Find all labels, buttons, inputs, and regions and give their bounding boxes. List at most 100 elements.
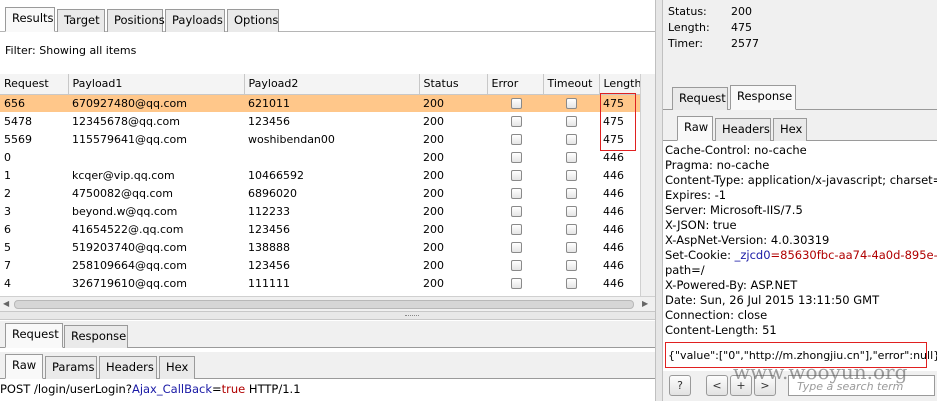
- tab-response-headers[interactable]: Headers: [715, 118, 771, 141]
- response-view-tab-bar: Raw Headers Hex: [663, 113, 937, 141]
- table-row[interactable]: 1 kcqer@vip.qq.com 10466592 200 446: [0, 166, 640, 184]
- table-row[interactable]: 6 41654522@.qq.com 123456 200 446: [0, 220, 640, 238]
- tab-target[interactable]: Target: [57, 9, 105, 32]
- error-checkbox[interactable]: [511, 152, 522, 163]
- timeout-checkbox[interactable]: [566, 98, 577, 110]
- tab-params[interactable]: Params: [45, 356, 97, 379]
- cell-request: 2: [4, 186, 11, 200]
- cell-timeout: [543, 112, 599, 130]
- cell-payload1: [68, 148, 244, 166]
- cell-payload1: 12345678@qq.com: [72, 114, 180, 128]
- table-row[interactable]: 5478 12345678@qq.com 123456 200 475: [0, 112, 640, 130]
- vertical-splitter[interactable]: [655, 0, 663, 401]
- error-checkbox[interactable]: [511, 98, 522, 110]
- response-header-line: Content-Length: 51: [665, 323, 777, 337]
- error-checkbox[interactable]: [511, 188, 522, 199]
- intruder-results-pane: Results Target Positions Payloads Option…: [0, 0, 655, 401]
- table-row[interactable]: 5569 115579641@qq.com woshibendan00 200 475: [0, 130, 640, 148]
- table-row[interactable]: 7 258109664@qq.com 123456 200 446: [0, 256, 640, 274]
- response-header-line: Server: Microsoft-IIS/7.5: [665, 203, 803, 217]
- error-checkbox[interactable]: [511, 242, 522, 253]
- cell-payload2: [244, 148, 419, 166]
- col-timeout-header[interactable]: Timeout: [543, 74, 600, 95]
- error-checkbox[interactable]: [511, 134, 522, 145]
- help-button[interactable]: ?: [669, 375, 691, 396]
- horizontal-scroll-thumb[interactable]: [14, 300, 634, 309]
- col-status-header[interactable]: Status: [419, 74, 488, 95]
- cell-timeout: [543, 184, 599, 202]
- table-row[interactable]: 656 670927480@qq.com 621011 200 475: [0, 94, 640, 112]
- tab-payloads[interactable]: Payloads: [165, 9, 225, 32]
- cell-error: [487, 274, 543, 292]
- tab-raw[interactable]: Raw: [5, 354, 43, 379]
- timeout-checkbox[interactable]: [566, 152, 577, 163]
- cell-error: [487, 220, 543, 238]
- filter-bar[interactable]: Filter: Showing all items: [0, 33, 655, 66]
- tab-response-hex[interactable]: Hex: [773, 118, 807, 141]
- detail-status-label: Status:: [668, 5, 707, 18]
- error-checkbox[interactable]: [511, 170, 522, 181]
- detail-timer-value: 2577: [731, 37, 759, 50]
- results-horizontal-scrollbar[interactable]: ◀ ▶: [0, 296, 655, 311]
- timeout-checkbox[interactable]: [566, 206, 577, 217]
- previous-button[interactable]: <: [706, 375, 728, 396]
- cell-length: 446: [603, 168, 624, 182]
- scroll-right-arrow-icon[interactable]: ▶: [642, 299, 648, 308]
- timeout-checkbox[interactable]: [566, 116, 577, 127]
- timeout-checkbox[interactable]: [566, 170, 577, 181]
- detail-length-label: Length:: [668, 21, 710, 34]
- cell-status: 200: [419, 94, 487, 112]
- table-row[interactable]: 3 beyond.w@qq.com 112233 200 446: [0, 202, 640, 220]
- cell-payload1: 326719610@qq.com: [72, 276, 187, 290]
- cell-request: 7: [4, 258, 11, 272]
- error-checkbox[interactable]: [511, 116, 522, 127]
- col-payload2-header[interactable]: Payload2: [244, 74, 420, 95]
- error-checkbox[interactable]: [511, 260, 522, 271]
- results-vertical-scrollbar[interactable]: [640, 74, 655, 296]
- col-request-header[interactable]: Request: [0, 74, 69, 95]
- timeout-checkbox[interactable]: [566, 278, 577, 289]
- tab-results[interactable]: Results: [5, 7, 55, 32]
- table-row[interactable]: 4 326719610@qq.com 111111 200 446: [0, 274, 640, 292]
- timeout-checkbox[interactable]: [566, 134, 577, 145]
- col-length-header[interactable]: Length: [599, 74, 640, 95]
- tab-headers[interactable]: Headers: [99, 356, 157, 379]
- table-row[interactable]: 5 519203740@qq.com 138888 200 446: [0, 238, 640, 256]
- tab-options[interactable]: Options: [227, 9, 279, 32]
- cell-timeout: [543, 274, 599, 292]
- request-line[interactable]: POST /login/userLogin?Ajax_CallBack=true…: [0, 382, 301, 396]
- tab-detail-request[interactable]: Request: [672, 87, 728, 110]
- set-cookie-key: _zjcd0: [734, 248, 771, 262]
- attack-detail-pane: Status: 200 Length: 475 Timer: 2577 Request…: [663, 0, 937, 401]
- response-header-line: Pragma: no-cache: [665, 158, 770, 172]
- error-checkbox[interactable]: [511, 224, 522, 235]
- timeout-checkbox[interactable]: [566, 260, 577, 271]
- request-param-name: Ajax_CallBack: [131, 382, 213, 396]
- timeout-checkbox[interactable]: [566, 242, 577, 253]
- tab-positions[interactable]: Positions: [107, 9, 165, 32]
- table-row[interactable]: 0 200 446: [0, 148, 640, 166]
- tab-hex[interactable]: Hex: [159, 356, 195, 379]
- col-error-header[interactable]: Error: [487, 74, 544, 95]
- cell-error: [487, 130, 543, 148]
- cell-payload1: 115579641@qq.com: [72, 132, 187, 146]
- tab-response-raw[interactable]: Raw: [677, 116, 713, 141]
- request-line-suffix: HTTP/1.1: [245, 382, 301, 396]
- timeout-checkbox[interactable]: [566, 224, 577, 235]
- tab-response[interactable]: Response: [64, 325, 128, 348]
- detail-timer-label: Timer:: [668, 37, 703, 50]
- error-checkbox[interactable]: [511, 278, 522, 289]
- detail-status: Status: 200: [668, 5, 752, 18]
- scroll-left-arrow-icon[interactable]: ◀: [3, 299, 9, 308]
- error-checkbox[interactable]: [511, 206, 522, 217]
- cell-length: 446: [603, 276, 624, 290]
- col-payload1-header[interactable]: Payload1: [68, 74, 245, 95]
- response-body[interactable]: Cache-Control: no-cache Pragma: no-cache…: [663, 141, 937, 371]
- response-header-line: Connection: close: [665, 308, 768, 322]
- tab-detail-response[interactable]: Response: [730, 85, 796, 110]
- pane-splitter[interactable]: [0, 311, 655, 320]
- table-row[interactable]: 2 4750082@qq.com 6896020 200 446: [0, 184, 640, 202]
- timeout-checkbox[interactable]: [566, 188, 577, 199]
- splitter-grip-icon[interactable]: [405, 315, 419, 317]
- tab-request[interactable]: Request: [5, 323, 63, 348]
